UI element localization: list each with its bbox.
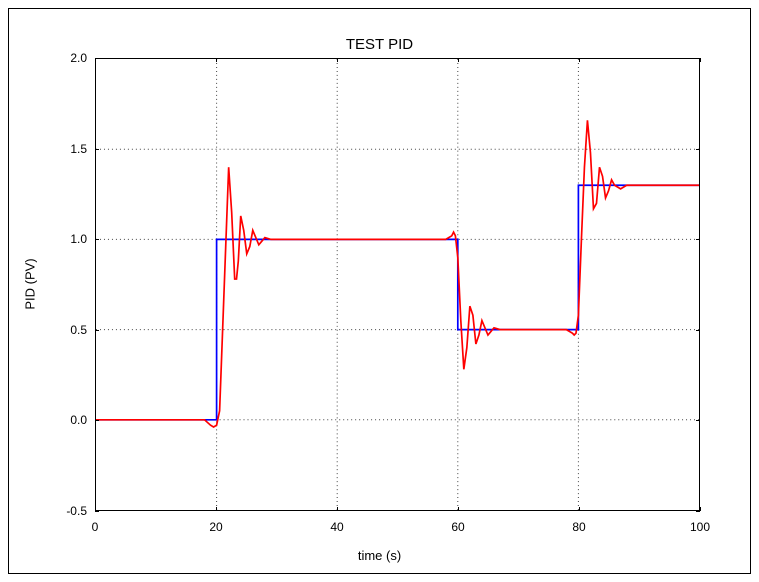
y-tick-label: 0.0 — [70, 413, 87, 427]
series-setpoint — [96, 185, 699, 420]
y-tick-label: 2.0 — [70, 51, 87, 65]
chart-title: TEST PID — [0, 36, 759, 53]
x-tick-label: 100 — [690, 520, 710, 534]
x-tick-label: 80 — [572, 520, 585, 534]
x-tick-label: 40 — [330, 520, 343, 534]
y-tick-label: -0.5 — [66, 504, 87, 518]
series-process_variable — [96, 120, 699, 427]
y-tick-label: 1.5 — [70, 142, 87, 156]
x-tick-label: 20 — [209, 520, 222, 534]
x-axis-label: time (s) — [0, 548, 759, 563]
x-tick-label: 0 — [92, 520, 99, 534]
y-tick-label: 0.5 — [70, 323, 87, 337]
y-tick-label: 1.0 — [70, 232, 87, 246]
y-axis-label: PID (PV) — [23, 258, 38, 309]
x-tick-label: 60 — [451, 520, 464, 534]
plot-svg — [96, 59, 699, 510]
plot-area — [95, 58, 700, 511]
